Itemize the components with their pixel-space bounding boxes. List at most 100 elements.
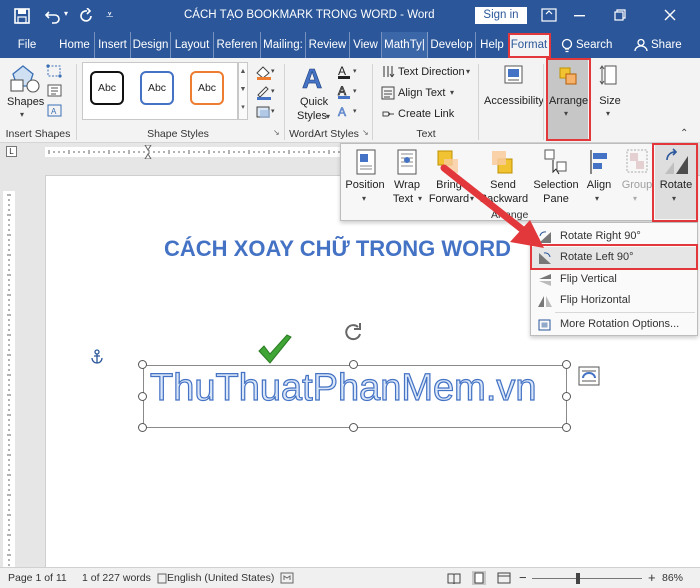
zoom-in-button[interactable]: +	[648, 570, 656, 585]
edit-shape-icon[interactable]	[46, 64, 64, 78]
group-icon[interactable]	[625, 148, 649, 176]
menu-flip-horizontal[interactable]: Flip Horizontal	[531, 290, 697, 311]
draw-text-box-icon[interactable]	[46, 84, 64, 98]
align-text-dropdown-icon[interactable]: ▾	[450, 88, 454, 97]
text-effects-icon[interactable]: A ▾	[336, 104, 360, 120]
tab-mathtype[interactable]: MathTy|	[382, 32, 428, 58]
restore-icon[interactable]	[614, 9, 626, 21]
quick-styles-icon[interactable]: A	[300, 62, 330, 94]
tab-view[interactable]: View	[350, 32, 382, 58]
undo-dropdown-icon[interactable]: ▾	[64, 9, 68, 18]
alt-text-icon[interactable]	[503, 64, 525, 86]
collapse-ribbon-icon[interactable]: ⌃	[680, 128, 688, 139]
tab-design[interactable]: Design	[131, 32, 171, 58]
text-fill-icon[interactable]: A ▾	[336, 64, 360, 80]
layout-options-icon[interactable]	[578, 366, 600, 386]
text-box-icon[interactable]: A	[46, 104, 64, 118]
wrap-text-dropdown-icon[interactable]: ▾	[418, 194, 422, 203]
page-count[interactable]: Page 1 of 11	[8, 572, 67, 584]
proofing-icon[interactable]	[157, 573, 167, 584]
tab-mailings[interactable]: Mailing:	[261, 32, 306, 58]
print-layout-icon[interactable]	[472, 571, 486, 585]
shape-styles-launcher-icon[interactable]: ↘	[273, 128, 280, 137]
language[interactable]: English (United States)	[167, 572, 274, 584]
create-link-icon[interactable]	[381, 107, 395, 121]
align-text-label[interactable]: Align Text	[398, 87, 446, 99]
read-mode-icon[interactable]	[447, 572, 461, 585]
web-layout-icon[interactable]	[497, 572, 511, 585]
save-icon[interactable]	[14, 8, 30, 24]
position-label[interactable]: Position	[341, 178, 389, 192]
customize-toolbar-icon[interactable]: ⩡	[106, 7, 113, 23]
align-text-icon[interactable]	[381, 86, 395, 100]
style-sample-orange[interactable]: Abc	[190, 71, 224, 105]
word-count[interactable]: 1 of 227 words	[82, 572, 151, 584]
position-icon[interactable]	[355, 149, 377, 175]
resize-handle-bottom-right[interactable]	[562, 423, 571, 432]
shapes-dropdown-icon[interactable]: ▾	[20, 110, 24, 119]
group-dropdown-icon[interactable]: ▾	[633, 194, 637, 203]
tab-file[interactable]: File	[12, 32, 42, 58]
resize-handle-bottom-left[interactable]	[138, 423, 147, 432]
shape-effects-icon[interactable]: ▾	[254, 104, 276, 120]
tab-references[interactable]: Referen	[214, 32, 261, 58]
quick-styles-dropdown-icon[interactable]: ▾	[326, 112, 330, 121]
ribbon-display-options-icon[interactable]	[541, 8, 557, 22]
wrap-text-label-1[interactable]: Wrap	[385, 178, 429, 192]
resize-handle-top-left[interactable]	[138, 360, 147, 369]
text-direction-label[interactable]: Text Direction	[398, 66, 465, 78]
wordart-text[interactable]: ThuThuatPhanMem.vn	[149, 366, 537, 410]
position-dropdown-icon[interactable]: ▾	[362, 194, 366, 203]
gallery-scroll[interactable]: ▲ ▼ ▾	[238, 62, 248, 120]
tab-home[interactable]: Home	[55, 32, 95, 58]
resize-handle-bottom[interactable]	[349, 423, 358, 432]
zoom-out-button[interactable]: −	[519, 570, 527, 585]
text-direction-icon[interactable]	[381, 65, 395, 79]
tab-developer[interactable]: Develop	[428, 32, 476, 58]
quick-styles-label-2[interactable]: Styles	[297, 110, 327, 122]
close-icon[interactable]	[664, 9, 676, 21]
zoom-slider-thumb[interactable]	[576, 573, 581, 584]
align-icon[interactable]	[587, 148, 611, 176]
group-label[interactable]: Group	[617, 178, 657, 192]
wrap-text-icon[interactable]	[396, 149, 418, 175]
shape-outline-icon[interactable]: ▾	[254, 84, 276, 100]
minimize-icon[interactable]	[574, 14, 586, 18]
vertical-ruler[interactable]	[0, 161, 18, 567]
macro-icon[interactable]	[280, 572, 294, 585]
shape-fill-icon[interactable]: ▾	[254, 64, 276, 80]
rotation-handle-icon[interactable]	[342, 321, 364, 343]
tab-insert[interactable]: Insert	[95, 32, 131, 58]
undo-icon[interactable]	[44, 8, 62, 24]
text-direction-dropdown-icon[interactable]: ▾	[466, 67, 470, 76]
sign-in-button[interactable]: Sign in	[475, 7, 527, 24]
redo-icon[interactable]	[78, 8, 94, 24]
style-sample-black[interactable]: Abc	[90, 71, 124, 105]
tab-review[interactable]: Review	[306, 32, 350, 58]
zoom-level[interactable]: 86%	[662, 572, 683, 584]
align-dropdown-icon[interactable]: ▾	[595, 194, 599, 203]
text-outline-icon[interactable]: A ▾	[336, 84, 360, 100]
menu-flip-vertical[interactable]: Flip Vertical	[531, 269, 697, 290]
wordart-launcher-icon[interactable]: ↘	[362, 128, 369, 137]
menu-more-rotation-options[interactable]: More Rotation Options...	[531, 314, 697, 335]
resize-handle-left[interactable]	[138, 392, 147, 401]
tab-layout[interactable]: Layout	[171, 32, 214, 58]
size-dropdown-icon[interactable]: ▾	[606, 109, 610, 118]
resize-handle-top-right[interactable]	[562, 360, 571, 369]
size-icon[interactable]	[599, 64, 621, 86]
search-box[interactable]: Search	[576, 32, 612, 58]
share-button[interactable]: Share	[651, 32, 683, 58]
shapes-icon[interactable]	[9, 64, 41, 94]
zoom-slider[interactable]	[532, 578, 642, 579]
quick-styles-label-1[interactable]: Quick	[300, 96, 328, 108]
resize-handle-top[interactable]	[349, 360, 358, 369]
size-label[interactable]: Size	[599, 95, 621, 107]
tab-selector-icon[interactable]: L	[6, 146, 17, 157]
create-link-label[interactable]: Create Link	[398, 108, 454, 120]
style-sample-blue[interactable]: Abc	[140, 71, 174, 105]
accessibility-label[interactable]: Accessibility	[484, 95, 544, 107]
resize-handle-right[interactable]	[562, 392, 571, 401]
tab-help[interactable]: Help	[476, 32, 508, 58]
align-label[interactable]: Align	[579, 178, 619, 192]
